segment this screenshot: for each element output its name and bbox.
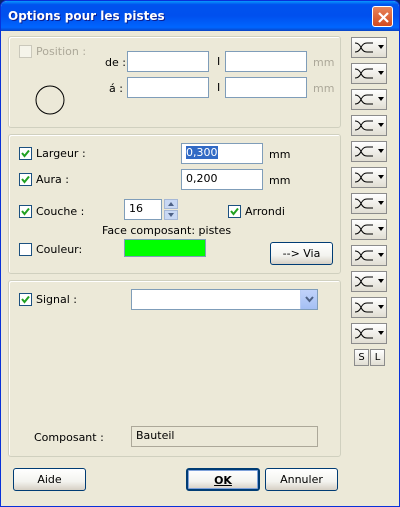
signal-checkbox[interactable]	[19, 293, 32, 306]
position-label: Position :	[36, 45, 87, 58]
largeur-unit: mm	[269, 148, 291, 161]
largeur-field[interactable]: 0,300	[181, 143, 263, 164]
check-icon	[21, 149, 30, 158]
couche-field[interactable]: 16	[124, 199, 162, 220]
largeur-checkbox[interactable]	[19, 147, 32, 160]
trace-pattern-icon	[354, 120, 373, 131]
largeur-value: 0,300	[186, 146, 218, 159]
trace-tool-button[interactable]	[351, 37, 387, 58]
position-circle-icon	[35, 85, 65, 115]
trace-tool-button[interactable]	[351, 297, 387, 318]
couche-spinner[interactable]	[164, 199, 178, 220]
trace-pattern-icon	[354, 250, 373, 261]
dropdown-arrow-icon[interactable]	[378, 45, 384, 49]
chevron-down-icon[interactable]	[300, 290, 317, 309]
position-checkbox[interactable]	[19, 45, 32, 58]
trace-pattern-icon	[354, 224, 373, 235]
dropdown-arrow-icon[interactable]	[378, 71, 384, 75]
a-unit: mm	[313, 82, 335, 95]
dropdown-arrow-icon[interactable]	[378, 175, 384, 179]
l-button[interactable]: L	[370, 349, 385, 366]
composant-field: Bauteil	[131, 426, 318, 447]
signal-select[interactable]	[131, 289, 318, 310]
check-icon	[21, 207, 30, 216]
trace-pattern-icon	[354, 198, 373, 209]
face-label: Face composant: pistes	[102, 224, 232, 237]
de-x-field[interactable]	[127, 51, 209, 72]
help-label: Aide	[37, 473, 62, 486]
couleur-checkbox[interactable]	[19, 243, 32, 256]
trace-pattern-icon	[354, 94, 373, 105]
dropdown-arrow-icon[interactable]	[378, 149, 384, 153]
check-icon	[21, 295, 30, 304]
trace-pattern-icon	[354, 302, 373, 313]
window-title: Options pour les pistes	[8, 9, 165, 23]
trace-tool-button[interactable]	[351, 193, 387, 214]
ok-button[interactable]: OK	[186, 468, 260, 491]
trace-tool-button[interactable]	[351, 271, 387, 292]
ok-label: OK	[214, 474, 232, 487]
de-y-field[interactable]	[225, 51, 307, 72]
largeur-label: Largeur :	[36, 147, 86, 160]
trace-tool-button[interactable]	[351, 63, 387, 84]
title-bar[interactable]: Options pour les pistes	[1, 1, 399, 31]
trace-tool-button[interactable]	[351, 89, 387, 110]
via-button[interactable]: --> Via	[270, 242, 333, 265]
cancel-label: Annuler	[280, 473, 323, 486]
aura-field[interactable]: 0,200	[181, 169, 263, 190]
trace-pattern-icon	[354, 68, 373, 79]
a-x-field[interactable]	[127, 77, 209, 98]
dropdown-arrow-icon[interactable]	[378, 201, 384, 205]
trace-pattern-icon	[354, 146, 373, 157]
a-separator: I	[217, 81, 221, 94]
spin-up-icon[interactable]	[164, 199, 178, 209]
trace-pattern-icon	[354, 42, 373, 53]
properties-group: Largeur : 0,300 mm Aura : 0,200 mm Couch…	[8, 134, 341, 274]
position-group: Position : de : I mm á : I mm	[8, 36, 341, 128]
signal-label: Signal :	[36, 293, 77, 306]
couleur-swatch[interactable]	[124, 239, 206, 257]
check-icon	[21, 175, 30, 184]
dropdown-arrow-icon[interactable]	[378, 331, 384, 335]
spin-down-icon[interactable]	[164, 210, 178, 220]
close-button[interactable]	[372, 6, 393, 27]
s-button[interactable]: S	[354, 349, 369, 366]
dropdown-arrow-icon[interactable]	[378, 253, 384, 257]
dropdown-arrow-icon[interactable]	[378, 97, 384, 101]
signal-group: Signal : Composant : Bauteil	[8, 280, 341, 457]
dropdown-arrow-icon[interactable]	[378, 227, 384, 231]
cancel-button[interactable]: Annuler	[265, 468, 338, 491]
aura-checkbox[interactable]	[19, 173, 32, 186]
close-icon	[378, 12, 389, 23]
de-separator: I	[217, 55, 221, 68]
aura-label: Aura :	[36, 173, 69, 186]
aura-unit: mm	[269, 174, 291, 187]
trace-pattern-icon	[354, 172, 373, 183]
a-label: á :	[109, 82, 123, 95]
trace-tool-button[interactable]	[351, 141, 387, 162]
trace-tool-button[interactable]	[351, 219, 387, 240]
check-icon	[230, 207, 239, 216]
dropdown-arrow-icon[interactable]	[378, 279, 384, 283]
trace-tool-button[interactable]	[351, 245, 387, 266]
help-button[interactable]: Aide	[13, 468, 86, 491]
dropdown-arrow-icon[interactable]	[378, 123, 384, 127]
trace-pattern-icon	[354, 276, 373, 287]
couche-checkbox[interactable]	[19, 205, 32, 218]
dialog-window: Options pour les pistes Position : de : …	[0, 0, 400, 507]
dialog-client: Position : de : I mm á : I mm Largeur : …	[4, 31, 396, 505]
arrondi-checkbox[interactable]	[228, 205, 241, 218]
de-label: de :	[105, 56, 126, 69]
couleur-label: Couleur:	[36, 243, 83, 256]
arrondi-label: Arrondi	[245, 205, 285, 218]
dropdown-arrow-icon[interactable]	[378, 305, 384, 309]
trace-pattern-icon	[354, 328, 373, 339]
trace-tool-button[interactable]	[351, 167, 387, 188]
trace-tool-button[interactable]	[351, 115, 387, 136]
a-y-field[interactable]	[225, 77, 307, 98]
couche-label: Couche :	[36, 205, 85, 218]
trace-tool-button[interactable]	[351, 323, 387, 344]
de-unit: mm	[313, 56, 335, 69]
composant-label: Composant :	[34, 431, 104, 444]
